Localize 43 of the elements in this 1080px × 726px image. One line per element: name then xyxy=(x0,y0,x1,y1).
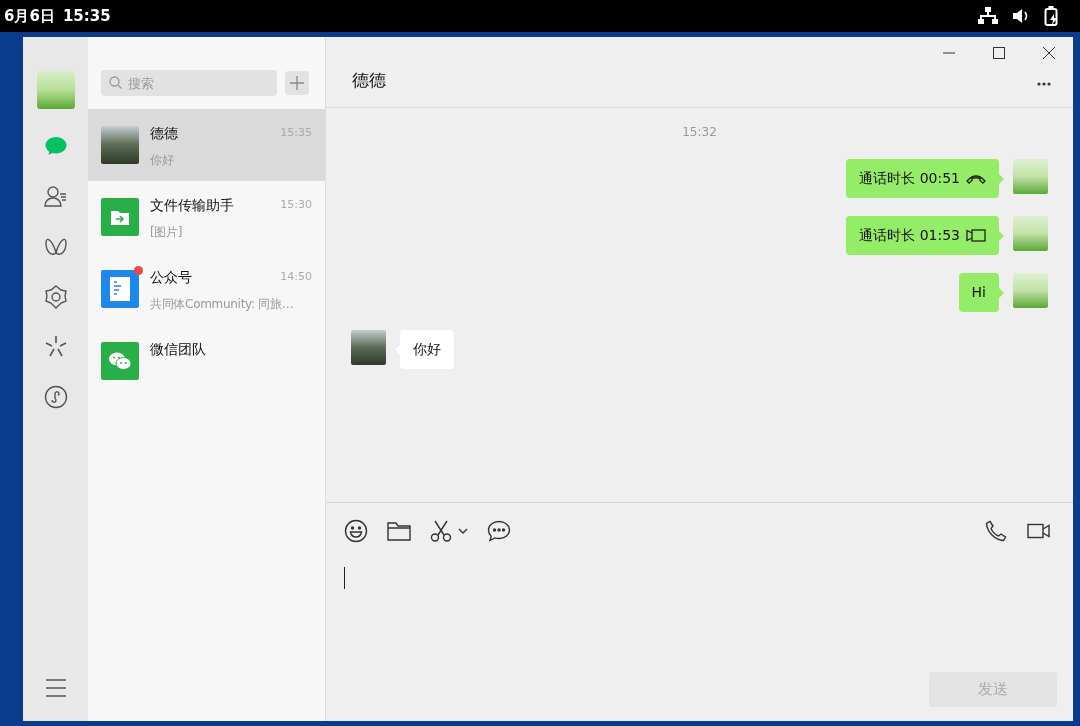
search-icon xyxy=(109,76,122,89)
emoji-icon[interactable] xyxy=(344,519,368,543)
maximize-icon[interactable] xyxy=(993,47,1005,59)
bubble-tail xyxy=(999,231,1004,241)
message-time: 15:30 xyxy=(280,197,312,214)
video-camera-icon[interactable] xyxy=(1027,523,1051,539)
swirl-circle-icon[interactable] xyxy=(43,385,68,409)
message-timestamp: 15:32 xyxy=(682,124,717,141)
menu-icon[interactable] xyxy=(44,679,67,697)
plus-icon xyxy=(290,76,304,90)
contact-name: 德德 xyxy=(150,124,178,143)
message-preview: 你好 xyxy=(150,152,175,169)
battery-charging-icon[interactable] xyxy=(1044,6,1060,26)
speaker-icon[interactable] xyxy=(1012,8,1030,24)
close-icon[interactable] xyxy=(1043,47,1055,59)
contacts-icon[interactable] xyxy=(43,185,68,209)
video-camera-icon xyxy=(966,229,986,242)
network-icon[interactable] xyxy=(978,7,998,25)
message-preview: 共同体Community: 同旅… xyxy=(150,296,295,313)
more-icon[interactable] xyxy=(1037,82,1051,86)
wechat-bubbles-icon xyxy=(101,342,139,380)
bubble-tail xyxy=(999,288,1004,298)
sparkle-icon[interactable] xyxy=(43,335,68,359)
contact-name: 微信团队 xyxy=(150,340,206,359)
scissors-icon[interactable] xyxy=(430,520,452,542)
caret-icon[interactable] xyxy=(458,528,468,534)
bubble-tail xyxy=(999,174,1004,184)
contact-name: 公众号 xyxy=(150,268,192,287)
photo-placeholder xyxy=(101,126,139,164)
status-time: 15:35 xyxy=(62,5,111,27)
chat-bubble-icon[interactable] xyxy=(487,520,511,542)
message-preview: [图片] xyxy=(150,224,184,241)
contact-name: 文件传输助手 xyxy=(150,196,234,215)
message-time: 14:50 xyxy=(280,269,312,286)
avatar[interactable] xyxy=(351,330,386,365)
hexagon-flower-icon[interactable] xyxy=(43,285,68,309)
document-icon xyxy=(101,270,139,308)
hang-up-icon xyxy=(966,173,986,184)
status-date: 6月6日 xyxy=(4,5,55,27)
folder-icon[interactable] xyxy=(387,521,411,541)
chat-title: 德德 xyxy=(352,68,386,92)
search-field[interactable]: 搜索 xyxy=(101,70,277,96)
phone-icon[interactable] xyxy=(985,520,1007,542)
